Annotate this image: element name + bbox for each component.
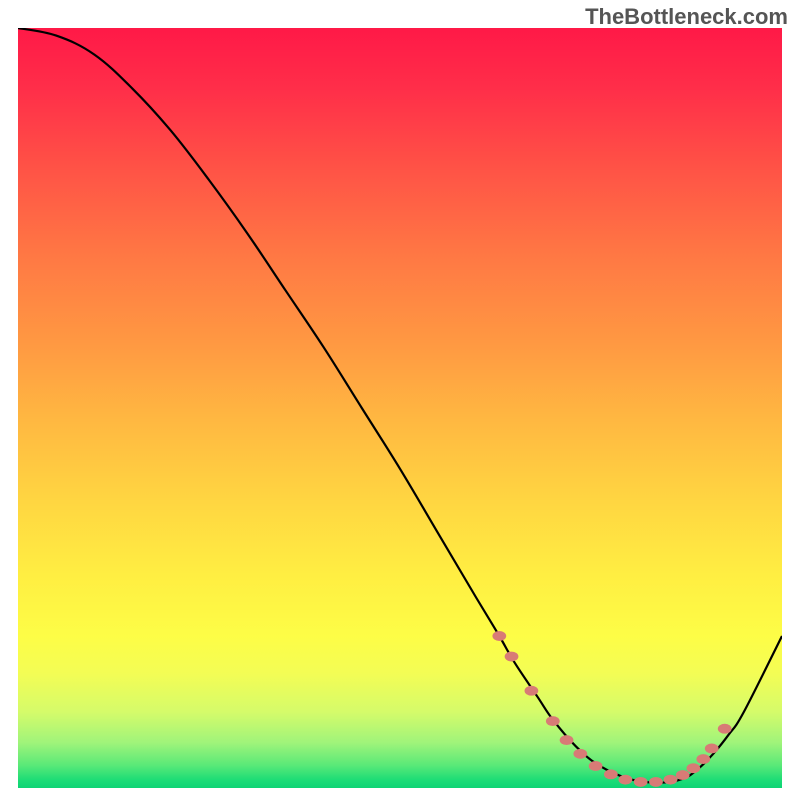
chart-marker — [604, 769, 618, 779]
chart-marker — [589, 761, 603, 771]
chart-marker — [573, 749, 587, 759]
chart-marker-group — [492, 631, 731, 787]
chart-marker — [560, 735, 574, 745]
chart-marker — [676, 770, 690, 780]
chart-curve — [18, 28, 782, 783]
chart-marker — [492, 631, 506, 641]
chart-marker — [546, 716, 560, 726]
chart-marker — [649, 777, 663, 787]
chart-svg — [18, 28, 782, 788]
chart-plot-area — [18, 28, 782, 788]
chart-marker — [687, 763, 701, 773]
chart-marker — [505, 652, 519, 662]
chart-marker — [696, 754, 710, 764]
watermark-text: TheBottleneck.com — [585, 4, 788, 30]
chart-marker — [664, 775, 678, 785]
chart-marker — [718, 724, 732, 734]
chart-marker — [705, 744, 719, 754]
chart-marker — [634, 777, 648, 787]
chart-marker — [619, 775, 633, 785]
chart-marker — [525, 686, 539, 696]
